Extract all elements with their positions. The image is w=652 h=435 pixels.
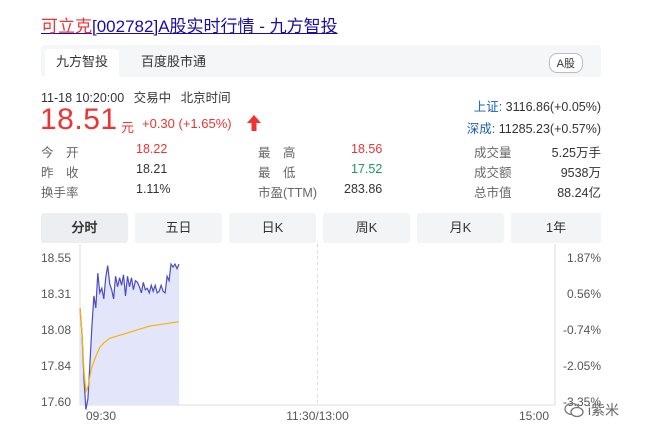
x-tick-label: 09:30 bbox=[86, 409, 116, 423]
wechat-icon bbox=[564, 402, 584, 418]
y-tick-label: 17.60 bbox=[41, 395, 71, 409]
x-tick-label: 15:00 bbox=[519, 409, 549, 423]
x-tick-label: 11:30/13:00 bbox=[286, 409, 349, 423]
y-right-tick-label: -0.74% bbox=[563, 323, 601, 337]
y-tick-label: 18.08 bbox=[41, 323, 71, 337]
watermark: i紫米 bbox=[564, 400, 619, 420]
y-right-tick-label: 0.56% bbox=[567, 287, 601, 301]
y-right-tick-label: -2.05% bbox=[563, 359, 601, 373]
y-tick-label: 18.31 bbox=[41, 287, 71, 301]
y-right-tick-label: 1.87% bbox=[567, 251, 601, 265]
intraday-chart[interactable]: 18.55 18.31 18.08 17.84 17.60 1.87% 0.56% -0.74… bbox=[0, 0, 652, 435]
y-tick-label: 18.55 bbox=[41, 251, 71, 265]
y-tick-label: 17.84 bbox=[41, 359, 71, 373]
watermark-text: i紫米 bbox=[587, 402, 620, 418]
